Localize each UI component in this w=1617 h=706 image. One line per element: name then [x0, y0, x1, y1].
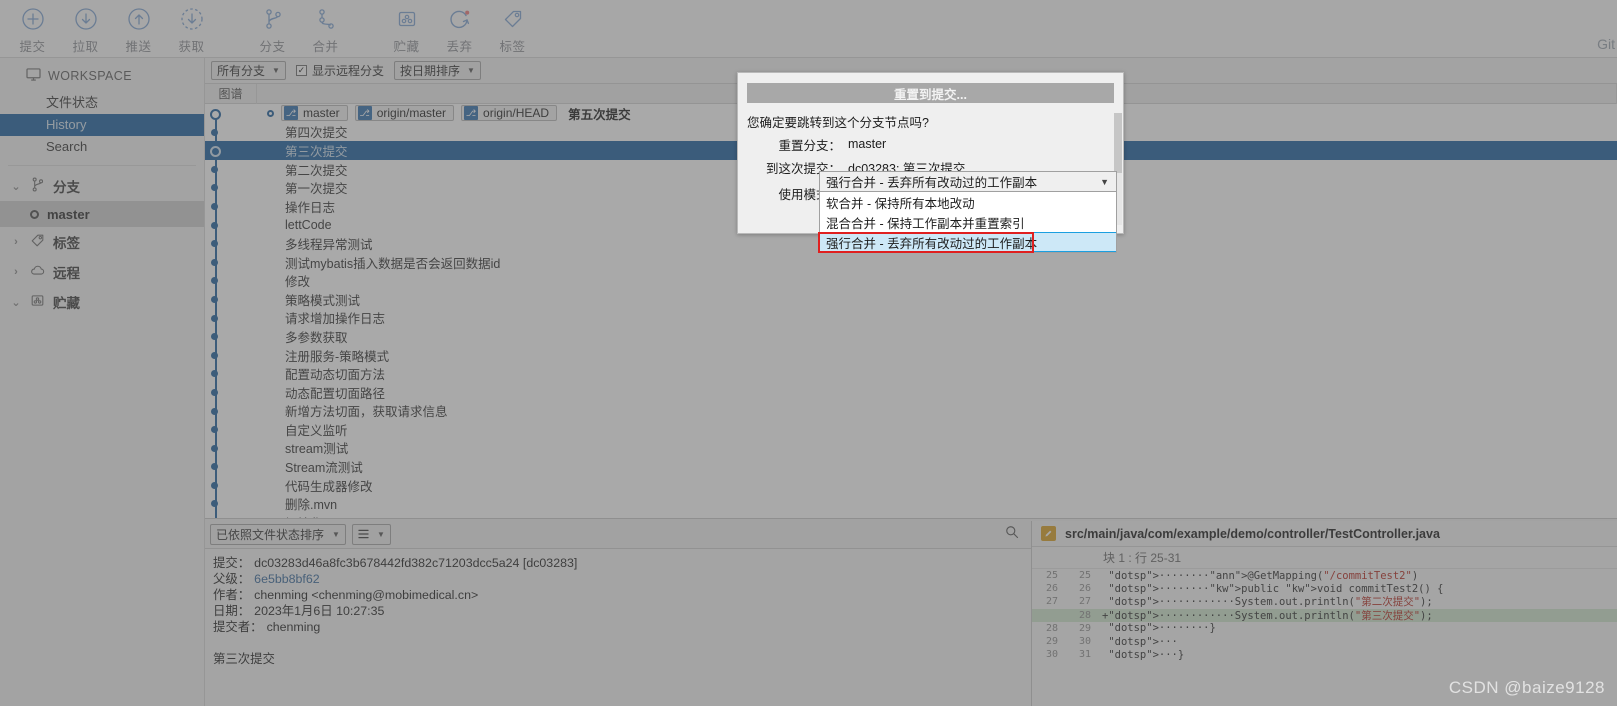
dialog-field-label: 重置分支： — [778, 138, 841, 153]
dialog-field-value: master — [848, 137, 887, 151]
app-root: 提交 拉取 推送 获取 分支 — [0, 0, 1617, 706]
scrollbar-thumb[interactable] — [1114, 113, 1122, 173]
reset-mode-options-list[interactable]: 软合并 - 保持所有本地改动 混合合并 - 保持工作副本并重置索引 强行合并 - 丢… — [819, 192, 1117, 253]
reset-mode-selected-value: 强行合并 - 丢弃所有改动过的工作副本 — [826, 176, 1038, 190]
dialog-field-reset-branch: 重置分支： master — [738, 134, 1123, 154]
reset-mode-option[interactable]: 软合并 - 保持所有本地改动 — [820, 192, 1116, 212]
reset-mode-select[interactable]: 强行合并 - 丢弃所有改动过的工作副本 ▼ — [819, 171, 1117, 192]
reset-mode-option[interactable]: 混合合并 - 保持工作副本并重置索引 — [820, 212, 1116, 232]
chevron-down-icon: ▼ — [1100, 176, 1109, 187]
dialog-title: 重置到提交... — [747, 83, 1114, 103]
reset-mode-option[interactable]: 强行合并 - 丢弃所有改动过的工作副本 — [820, 232, 1116, 252]
watermark: CSDN @baize9128 — [1448, 678, 1605, 697]
dialog-question: 您确定要跳转到这个分支节点吗? — [747, 116, 929, 130]
